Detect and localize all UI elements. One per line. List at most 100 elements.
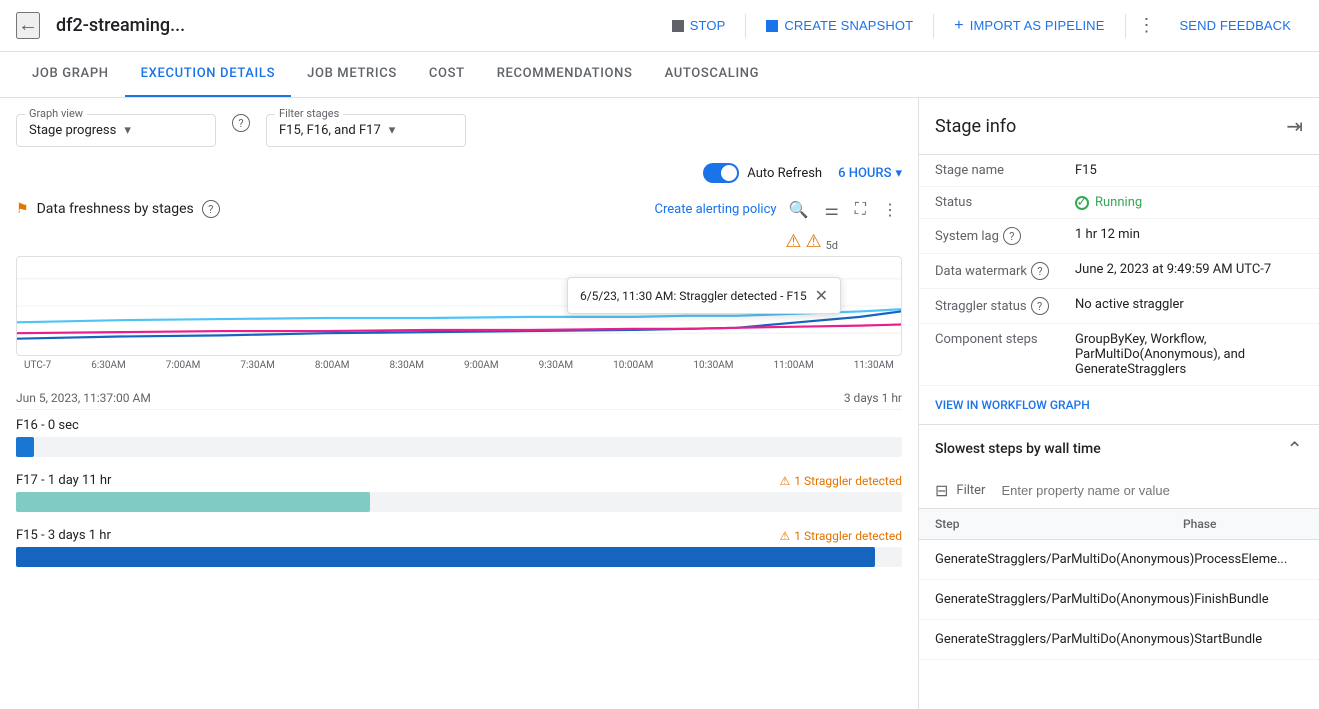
stage-f15-warning: ⚠ 1 Straggler detected bbox=[780, 529, 902, 543]
view-link-row: VIEW IN WORKFLOW GRAPH bbox=[919, 386, 1319, 424]
auto-refresh-toggle-container: Auto Refresh bbox=[703, 163, 822, 183]
zoom-icon[interactable]: 🔍 bbox=[785, 196, 813, 223]
fullscreen-icon[interactable]: ⛶ bbox=[851, 195, 870, 223]
view-workflow-link[interactable]: VIEW IN WORKFLOW GRAPH bbox=[919, 394, 1319, 416]
info-row-status: Status ✓ Running bbox=[919, 187, 1319, 219]
stage-f17-warning: ⚠ 1 Straggler detected bbox=[780, 474, 902, 488]
system-lag-help-icon[interactable]: ? bbox=[1003, 227, 1021, 245]
graph-view-help-icon[interactable]: ? bbox=[232, 114, 250, 132]
stage-f16-bar bbox=[16, 437, 34, 457]
stage-f16-track bbox=[16, 437, 902, 457]
import-button[interactable]: + IMPORT AS PIPELINE bbox=[942, 11, 1116, 41]
filter-stages-control: Filter stages F15, F16, and F17 ▾ bbox=[266, 114, 466, 147]
step-phase-2: StartBundle bbox=[1194, 632, 1303, 647]
data-watermark-value: June 2, 2023 at 9:49:59 AM UTC-7 bbox=[1075, 262, 1303, 277]
chart-help-icon[interactable]: ? bbox=[202, 200, 220, 218]
collapse-icon[interactable]: ⌃ bbox=[1286, 437, 1303, 461]
stage-f15-track bbox=[16, 547, 902, 567]
info-row-straggler-status: Straggler status ? No active straggler bbox=[919, 289, 1319, 324]
panel-title: Stage info bbox=[935, 116, 1016, 137]
back-button[interactable]: ← bbox=[16, 12, 40, 39]
chart-actions: Create alerting policy 🔍 ⚌ ⛶ ⋮ bbox=[654, 195, 902, 223]
tab-recommendations[interactable]: RECOMMENDATIONS bbox=[481, 52, 649, 97]
warning-icon-2: ⚠ bbox=[805, 231, 821, 252]
feedback-button[interactable]: SEND FEEDBACK bbox=[1168, 12, 1304, 39]
stage-f17-name-row: F17 - 1 day 11 hr ⚠ 1 Straggler detected bbox=[16, 473, 902, 488]
main-content: Graph view Stage progress ▾ ? Filter sta… bbox=[0, 98, 1319, 709]
filter-stages-arrow-icon: ▾ bbox=[389, 123, 396, 138]
straggler-help-icon[interactable]: ? bbox=[1031, 297, 1049, 315]
filter-icon: ⊟ bbox=[935, 481, 948, 500]
auto-refresh-row: Auto Refresh 6 HOURS ▾ bbox=[16, 163, 902, 183]
create-alerting-link[interactable]: Create alerting policy bbox=[654, 202, 776, 217]
graph-view-select[interactable]: Stage progress ▾ bbox=[29, 119, 203, 142]
stage-f16-name: F16 - 0 sec bbox=[16, 418, 79, 433]
slowest-steps-header[interactable]: Slowest steps by wall time ⌃ bbox=[919, 425, 1319, 473]
hours-arrow-icon: ▾ bbox=[895, 166, 902, 181]
snapshot-button[interactable]: CREATE SNAPSHOT bbox=[754, 12, 925, 39]
step-col-header: Step bbox=[935, 517, 1183, 531]
info-table: Stage name F15 Status ✓ Running System l… bbox=[919, 155, 1319, 424]
warning-icon-1: ⚠ bbox=[785, 231, 801, 252]
step-row-2: GenerateStragglers/ParMultiDo(Anonymous)… bbox=[919, 620, 1319, 660]
more-chart-icon[interactable]: ⋮ bbox=[878, 196, 902, 223]
divider3 bbox=[1125, 14, 1126, 38]
system-lag-label: System lag ? bbox=[935, 227, 1075, 245]
tooltip-close-icon[interactable]: ✕ bbox=[815, 286, 828, 305]
status-value: ✓ Running bbox=[1075, 195, 1303, 210]
info-row-system-lag: System lag ? 1 hr 12 min bbox=[919, 219, 1319, 254]
filter-stages-label: Filter stages bbox=[275, 107, 343, 120]
chart-container: ⚠ ⚠ 5d bbox=[16, 231, 902, 371]
filter-row: ⊟ Filter bbox=[919, 473, 1319, 509]
stage-f17-track bbox=[16, 492, 902, 512]
tab-autoscaling[interactable]: AUTOSCALING bbox=[649, 52, 776, 97]
straggler-status-value: No active straggler bbox=[1075, 297, 1303, 312]
tab-job-graph[interactable]: JOB GRAPH bbox=[16, 52, 125, 97]
stage-item-f16: F16 - 0 sec bbox=[16, 418, 902, 457]
warning-label: 5d bbox=[826, 239, 838, 252]
chart-section: ⚑ Data freshness by stages ? Create aler… bbox=[16, 195, 902, 567]
filter-input[interactable] bbox=[1001, 483, 1303, 498]
step-name-2: GenerateStragglers/ParMultiDo(Anonymous) bbox=[935, 632, 1194, 647]
filter-label: Filter bbox=[956, 483, 985, 498]
stages-section: Jun 5, 2023, 11:37:00 AM 3 days 1 hr F16… bbox=[16, 387, 902, 567]
app-header: ← df2-streaming... STOP CREATE SNAPSHOT … bbox=[0, 0, 1319, 52]
phase-col-header: Phase bbox=[1183, 517, 1303, 531]
status-running-icon: ✓ bbox=[1075, 196, 1089, 210]
right-panel: Stage info ⇥ Stage name F15 Status ✓ Run… bbox=[919, 98, 1319, 709]
info-row-data-watermark: Data watermark ? June 2, 2023 at 9:49:59… bbox=[919, 254, 1319, 289]
chart-x-axis: UTC-7 6:30AM 7:00AM 7:30AM 8:00AM 8:30AM… bbox=[16, 356, 902, 371]
tab-cost[interactable]: COST bbox=[413, 52, 481, 97]
graph-controls: Graph view Stage progress ▾ ? Filter sta… bbox=[16, 114, 902, 147]
filter-stages-select[interactable]: F15, F16, and F17 ▾ bbox=[279, 119, 453, 142]
job-title: df2-streaming... bbox=[56, 15, 185, 36]
status-label: Status bbox=[935, 195, 1075, 210]
straggler-status-label: Straggler status ? bbox=[935, 297, 1075, 315]
tab-execution-details[interactable]: EXECUTION DETAILS bbox=[125, 52, 291, 97]
tab-bar: JOB GRAPH EXECUTION DETAILS JOB METRICS … bbox=[0, 52, 1319, 98]
graph-view-arrow-icon: ▾ bbox=[124, 123, 131, 138]
auto-refresh-toggle[interactable] bbox=[703, 163, 739, 183]
more-icon[interactable]: ⋮ bbox=[1134, 11, 1160, 40]
stages-date: Jun 5, 2023, 11:37:00 AM bbox=[16, 391, 151, 405]
stop-button[interactable]: STOP bbox=[660, 12, 738, 39]
chart-area: 6/5/23, 11:30 AM: Straggler detected - F… bbox=[16, 256, 902, 356]
tab-job-metrics[interactable]: JOB METRICS bbox=[291, 52, 413, 97]
hours-button[interactable]: 6 HOURS ▾ bbox=[838, 166, 902, 181]
settings-icon[interactable]: ⚌ bbox=[820, 196, 842, 223]
graph-view-label: Graph view bbox=[25, 107, 87, 120]
tooltip-text: 6/5/23, 11:30 AM: Straggler detected - F… bbox=[580, 289, 807, 303]
stages-header: Jun 5, 2023, 11:37:00 AM 3 days 1 hr bbox=[16, 387, 902, 410]
slowest-steps-section: Slowest steps by wall time ⌃ ⊟ Filter St… bbox=[919, 424, 1319, 660]
divider2 bbox=[933, 14, 934, 38]
step-row-1: GenerateStragglers/ParMultiDo(Anonymous)… bbox=[919, 580, 1319, 620]
chart-tooltip: 6/5/23, 11:30 AM: Straggler detected - F… bbox=[567, 277, 841, 314]
component-steps-value: GroupByKey, Workflow, ParMultiDo(Anonymo… bbox=[1075, 332, 1303, 377]
stage-item-f17: F17 - 1 day 11 hr ⚠ 1 Straggler detected bbox=[16, 473, 902, 512]
data-watermark-help-icon[interactable]: ? bbox=[1031, 262, 1049, 280]
stage-f15-name: F15 - 3 days 1 hr bbox=[16, 528, 111, 543]
chart-warning-icons: ⚠ ⚠ 5d bbox=[16, 231, 902, 252]
data-watermark-label: Data watermark ? bbox=[935, 262, 1075, 280]
stage-name-label: Stage name bbox=[935, 163, 1075, 178]
panel-close-icon[interactable]: ⇥ bbox=[1286, 114, 1303, 138]
